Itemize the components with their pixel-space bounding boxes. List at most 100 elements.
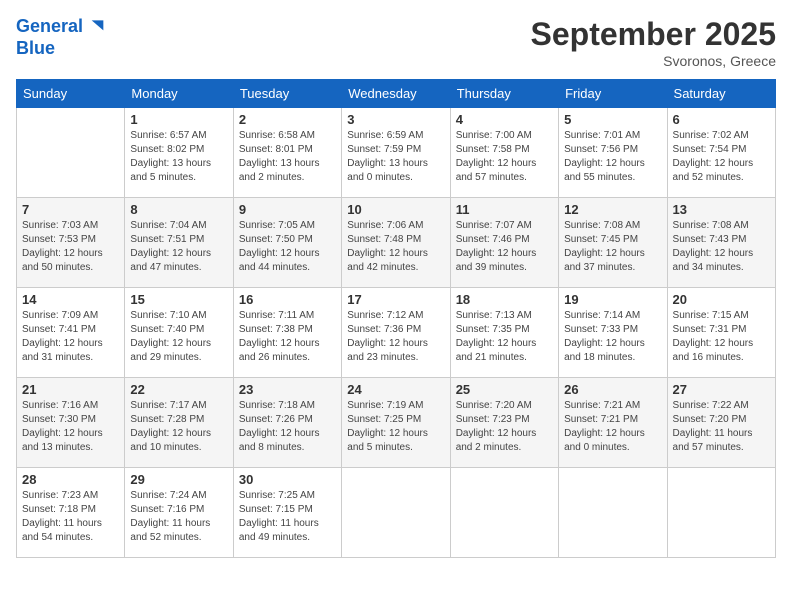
weekday-header-friday: Friday <box>559 80 667 108</box>
calendar-cell <box>17 108 125 198</box>
calendar-cell: 18Sunrise: 7:13 AM Sunset: 7:35 PM Dayli… <box>450 288 558 378</box>
calendar-cell: 21 Sunrise: 7:16 AM Sunset: 7:30 PM Dayli… <box>17 378 125 468</box>
calendar-cell: 3 Sunrise: 6:59 AM Sunset: 7:59 PM Daylig… <box>342 108 450 198</box>
day-number: 17 <box>347 292 444 307</box>
week-row-0: 1Sunrise: 6:57 AM Sunset: 8:02 PM Daylig… <box>17 108 776 198</box>
logo: General Blue <box>16 16 105 59</box>
day-number: 26 <box>564 382 661 397</box>
calendar-cell: 30Sunrise: 7:25 AM Sunset: 7:15 PM Dayli… <box>233 468 341 558</box>
calendar-cell: 20Sunrise: 7:15 AM Sunset: 7:31 PM Dayli… <box>667 288 775 378</box>
week-row-3: 21 Sunrise: 7:16 AM Sunset: 7:30 PM Dayli… <box>17 378 776 468</box>
day-number: 23 <box>239 382 336 397</box>
weekday-header-wednesday: Wednesday <box>342 80 450 108</box>
calendar-cell: 27 Sunrise: 7:22 AM Sunset: 7:20 PM Dayli… <box>667 378 775 468</box>
day-info: Sunrise: 7:14 AM Sunset: 7:33 PM Dayligh… <box>564 309 661 365</box>
calendar-cell: 22 Sunrise: 7:17 AM Sunset: 7:28 PM Dayli… <box>125 378 233 468</box>
weekday-header-saturday: Saturday <box>667 80 775 108</box>
day-info: Sunrise: 7:03 AM Sunset: 7:53 PM Dayligh… <box>22 219 119 275</box>
day-info: Sunrise: 7:12 AM Sunset: 7:36 PM Dayligh… <box>347 309 444 365</box>
calendar-cell: 2 Sunrise: 6:58 AM Sunset: 8:01 PM Daylig… <box>233 108 341 198</box>
page-header: General Blue September 2025 Svoronos, Gr… <box>16 16 776 69</box>
day-info: Sunrise: 7:04 AM Sunset: 7:51 PM Dayligh… <box>130 219 227 275</box>
day-info: Sunrise: 7:24 AM Sunset: 7:16 PM Dayligh… <box>130 489 227 545</box>
day-number: 11 <box>456 202 553 217</box>
day-info: Sunrise: 7:10 AM Sunset: 7:40 PM Dayligh… <box>130 309 227 365</box>
day-number: 22 <box>130 382 227 397</box>
calendar-cell: 9 Sunrise: 7:05 AM Sunset: 7:50 PM Daylig… <box>233 198 341 288</box>
week-row-2: 14Sunrise: 7:09 AM Sunset: 7:41 PM Dayli… <box>17 288 776 378</box>
day-info: Sunrise: 7:15 AM Sunset: 7:31 PM Dayligh… <box>673 309 770 365</box>
calendar-cell: 26Sunrise: 7:21 AM Sunset: 7:21 PM Dayli… <box>559 378 667 468</box>
calendar-table: SundayMondayTuesdayWednesdayThursdayFrid… <box>16 79 776 558</box>
day-info: Sunrise: 7:01 AM Sunset: 7:56 PM Dayligh… <box>564 129 661 185</box>
calendar-cell: 11 Sunrise: 7:07 AM Sunset: 7:46 PM Dayli… <box>450 198 558 288</box>
day-number: 15 <box>130 292 227 307</box>
day-number: 25 <box>456 382 553 397</box>
day-info: Sunrise: 7:02 AM Sunset: 7:54 PM Dayligh… <box>673 129 770 185</box>
weekday-header-tuesday: Tuesday <box>233 80 341 108</box>
calendar-cell: 19 Sunrise: 7:14 AM Sunset: 7:33 PM Dayli… <box>559 288 667 378</box>
day-number: 10 <box>347 202 444 217</box>
calendar-cell: 25 Sunrise: 7:20 AM Sunset: 7:23 PM Dayli… <box>450 378 558 468</box>
day-number: 8 <box>130 202 227 217</box>
calendar-cell: 29 Sunrise: 7:24 AM Sunset: 7:16 PM Dayli… <box>125 468 233 558</box>
day-number: 6 <box>673 112 770 127</box>
day-number: 27 <box>673 382 770 397</box>
calendar-cell: 4 Sunrise: 7:00 AM Sunset: 7:58 PM Daylig… <box>450 108 558 198</box>
day-number: 13 <box>673 202 770 217</box>
day-info: Sunrise: 7:18 AM Sunset: 7:26 PM Dayligh… <box>239 399 336 455</box>
calendar-cell: 13 Sunrise: 7:08 AM Sunset: 7:43 PM Dayli… <box>667 198 775 288</box>
calendar-cell: 1Sunrise: 6:57 AM Sunset: 8:02 PM Daylig… <box>125 108 233 198</box>
weekday-header-thursday: Thursday <box>450 80 558 108</box>
calendar-cell: 7 Sunrise: 7:03 AM Sunset: 7:53 PM Daylig… <box>17 198 125 288</box>
day-number: 21 <box>22 382 119 397</box>
weekday-header-row: SundayMondayTuesdayWednesdayThursdayFrid… <box>17 80 776 108</box>
week-row-1: 7 Sunrise: 7:03 AM Sunset: 7:53 PM Daylig… <box>17 198 776 288</box>
day-number: 24 <box>347 382 444 397</box>
day-number: 4 <box>456 112 553 127</box>
calendar-cell: 14Sunrise: 7:09 AM Sunset: 7:41 PM Dayli… <box>17 288 125 378</box>
location: Svoronos, Greece <box>531 53 776 69</box>
logo-text-blue: Blue <box>16 38 105 60</box>
day-number: 7 <box>22 202 119 217</box>
day-number: 14 <box>22 292 119 307</box>
day-number: 30 <box>239 472 336 487</box>
day-info: Sunrise: 6:57 AM Sunset: 8:02 PM Dayligh… <box>130 129 227 185</box>
day-number: 3 <box>347 112 444 127</box>
day-info: Sunrise: 7:11 AM Sunset: 7:38 PM Dayligh… <box>239 309 336 365</box>
calendar-cell: 28 Sunrise: 7:23 AM Sunset: 7:18 PM Dayli… <box>17 468 125 558</box>
day-info: Sunrise: 7:17 AM Sunset: 7:28 PM Dayligh… <box>130 399 227 455</box>
day-number: 29 <box>130 472 227 487</box>
day-info: Sunrise: 7:08 AM Sunset: 7:45 PM Dayligh… <box>564 219 661 275</box>
day-number: 9 <box>239 202 336 217</box>
day-number: 18 <box>456 292 553 307</box>
calendar-cell: 5 Sunrise: 7:01 AM Sunset: 7:56 PM Daylig… <box>559 108 667 198</box>
calendar-cell <box>559 468 667 558</box>
day-info: Sunrise: 7:19 AM Sunset: 7:25 PM Dayligh… <box>347 399 444 455</box>
day-number: 2 <box>239 112 336 127</box>
day-info: Sunrise: 7:23 AM Sunset: 7:18 PM Dayligh… <box>22 489 119 545</box>
calendar-cell <box>450 468 558 558</box>
calendar-cell: 16Sunrise: 7:11 AM Sunset: 7:38 PM Dayli… <box>233 288 341 378</box>
day-number: 12 <box>564 202 661 217</box>
calendar-cell: 17 Sunrise: 7:12 AM Sunset: 7:36 PM Dayli… <box>342 288 450 378</box>
calendar-cell: 6 Sunrise: 7:02 AM Sunset: 7:54 PM Daylig… <box>667 108 775 198</box>
day-info: Sunrise: 7:07 AM Sunset: 7:46 PM Dayligh… <box>456 219 553 275</box>
weekday-header-sunday: Sunday <box>17 80 125 108</box>
day-number: 19 <box>564 292 661 307</box>
day-number: 28 <box>22 472 119 487</box>
calendar-cell <box>667 468 775 558</box>
day-info: Sunrise: 7:00 AM Sunset: 7:58 PM Dayligh… <box>456 129 553 185</box>
week-row-4: 28 Sunrise: 7:23 AM Sunset: 7:18 PM Dayli… <box>17 468 776 558</box>
day-info: Sunrise: 7:05 AM Sunset: 7:50 PM Dayligh… <box>239 219 336 275</box>
day-info: Sunrise: 6:58 AM Sunset: 8:01 PM Dayligh… <box>239 129 336 185</box>
day-info: Sunrise: 7:20 AM Sunset: 7:23 PM Dayligh… <box>456 399 553 455</box>
day-number: 5 <box>564 112 661 127</box>
day-info: Sunrise: 6:59 AM Sunset: 7:59 PM Dayligh… <box>347 129 444 185</box>
day-info: Sunrise: 7:06 AM Sunset: 7:48 PM Dayligh… <box>347 219 444 275</box>
day-info: Sunrise: 7:22 AM Sunset: 7:20 PM Dayligh… <box>673 399 770 455</box>
day-info: Sunrise: 7:16 AM Sunset: 7:30 PM Dayligh… <box>22 399 119 455</box>
calendar-cell: 24 Sunrise: 7:19 AM Sunset: 7:25 PM Dayli… <box>342 378 450 468</box>
calendar-cell: 15 Sunrise: 7:10 AM Sunset: 7:40 PM Dayli… <box>125 288 233 378</box>
day-info: Sunrise: 7:08 AM Sunset: 7:43 PM Dayligh… <box>673 219 770 275</box>
